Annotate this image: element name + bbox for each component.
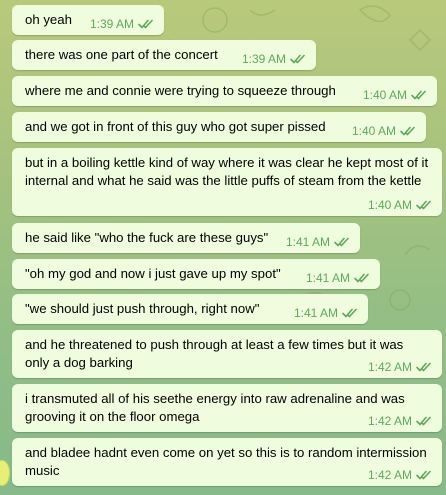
message-time: 1:42 AM — [367, 468, 412, 482]
message-text: "we should just push through, right now" — [25, 301, 260, 316]
message-text: and we got in front of this guy who got … — [25, 119, 326, 134]
message-meta: 1:42 AM — [368, 361, 432, 373]
message-text: oh yeah — [25, 12, 72, 27]
message-bubble[interactable]: oh yeah 1:39 AM — [12, 5, 164, 35]
message-bubble[interactable]: "oh my god and now i just gave up my spo… — [12, 259, 380, 289]
double-check-icon — [416, 470, 431, 480]
double-check-icon — [416, 362, 431, 372]
message-bubble[interactable]: "we should just push through, right now"… — [12, 294, 368, 324]
message-time: 1:40 AM — [367, 198, 412, 212]
message-time: 1:39 AM — [241, 52, 286, 66]
message-time: 1:41 AM — [285, 235, 330, 249]
message-text: i transmuted all of his seethe energy in… — [25, 391, 405, 424]
message-meta: 1:41 AM — [294, 307, 358, 319]
message-meta: 1:40 AM — [368, 199, 432, 211]
message-text: "oh my god and now i just gave up my spo… — [25, 266, 281, 281]
message-meta: 1:41 AM — [286, 236, 350, 248]
message-text: and bladee hadnt even come on yet so thi… — [25, 445, 427, 478]
message-meta: 1:39 AM — [242, 53, 306, 65]
message-text: and he threatened to push through at lea… — [25, 337, 404, 370]
message-bubble[interactable]: where me and connie were trying to squee… — [12, 76, 437, 106]
message-time: 1:42 AM — [367, 414, 412, 428]
message-time: 1:41 AM — [293, 306, 338, 320]
message-meta: 1:40 AM — [363, 89, 427, 101]
double-check-icon — [334, 237, 349, 247]
message-meta: 1:42 AM — [368, 415, 432, 427]
double-check-icon — [138, 19, 153, 29]
message-meta: 1:42 AM — [368, 469, 432, 481]
message-time: 1:41 AM — [305, 271, 350, 285]
message-meta: 1:40 AM — [352, 125, 416, 137]
message-text: but in a boiling kettle kind of way wher… — [25, 155, 429, 188]
message-text: he said like "who the fuck are these guy… — [25, 230, 269, 245]
double-check-icon — [416, 200, 431, 210]
message-text: there was one part of the concert — [25, 47, 218, 62]
double-check-icon — [416, 416, 431, 426]
message-bubble[interactable]: there was one part of the concert 1:39 A… — [12, 40, 316, 70]
message-text: where me and connie were trying to squee… — [25, 83, 336, 98]
message-time: 1:40 AM — [362, 88, 407, 102]
message-time: 1:40 AM — [351, 124, 396, 138]
message-bubble[interactable]: he said like "who the fuck are these guy… — [12, 223, 360, 253]
message-bubble[interactable]: i transmuted all of his seethe energy in… — [12, 384, 442, 432]
message-bubble[interactable]: and he threatened to push through at lea… — [12, 330, 442, 378]
double-check-icon — [400, 126, 415, 136]
message-time: 1:42 AM — [367, 360, 412, 374]
message-bubble[interactable]: but in a boiling kettle kind of way wher… — [12, 148, 442, 216]
double-check-icon — [354, 273, 369, 283]
message-bubble[interactable]: and bladee hadnt even come on yet so thi… — [12, 438, 442, 486]
double-check-icon — [290, 54, 305, 64]
double-check-icon — [342, 308, 357, 318]
message-bubble[interactable]: and we got in front of this guy who got … — [12, 112, 426, 142]
message-list[interactable]: oh yeah 1:39 AM there was one part of th… — [0, 0, 446, 495]
double-check-icon — [411, 90, 426, 100]
message-meta: 1:39 AM — [90, 18, 154, 30]
message-time: 1:39 AM — [89, 17, 134, 31]
message-meta: 1:41 AM — [306, 272, 370, 284]
